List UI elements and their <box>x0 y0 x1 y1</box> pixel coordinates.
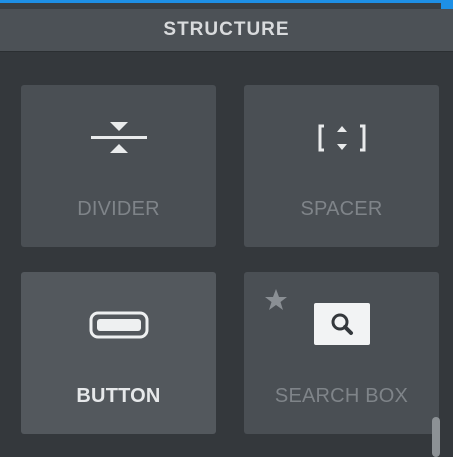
section-header-structure[interactable]: STRUCTURE <box>0 9 453 52</box>
top-accent-bar <box>0 0 453 9</box>
widget-divider[interactable]: DIVIDER <box>21 85 216 247</box>
section-title: STRUCTURE <box>163 19 290 40</box>
widget-label: SEARCH BOX <box>274 385 409 407</box>
divider-icon <box>87 115 151 161</box>
widget-label: SPACER <box>300 198 383 220</box>
widget-button[interactable]: BUTTON <box>21 272 216 434</box>
widget-spacer[interactable]: SPACER <box>244 85 439 247</box>
button-icon <box>87 302 151 348</box>
search-box-icon <box>310 302 374 348</box>
widget-label: BUTTON <box>76 385 161 407</box>
widget-search-box[interactable]: SEARCH BOX <box>244 272 439 434</box>
accent-corner <box>441 0 453 9</box>
accent-line <box>0 0 453 3</box>
scrollbar-thumb[interactable] <box>432 417 440 457</box>
widget-label: DIVIDER <box>77 198 160 220</box>
spacer-icon <box>310 115 374 161</box>
star-icon[interactable] <box>264 288 288 312</box>
